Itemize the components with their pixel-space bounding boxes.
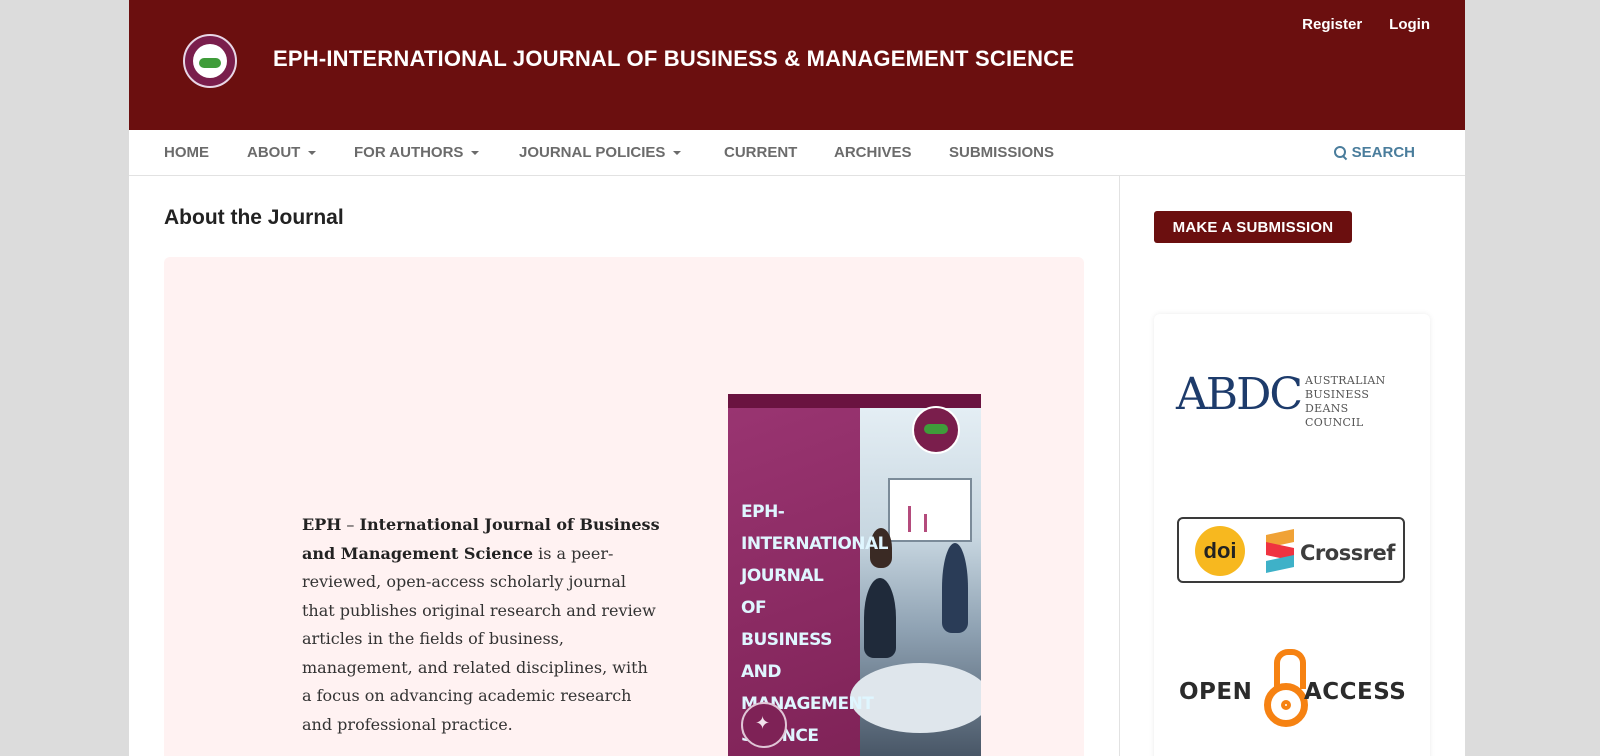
primary-nav: HOME ABOUT FOR AUTHORS JOURNAL POLICIES …	[129, 130, 1465, 176]
make-submission-button[interactable]: MAKE A SUBMISSION	[1154, 211, 1352, 243]
journal-logo[interactable]	[183, 34, 237, 88]
sidebar-divider	[1119, 176, 1120, 756]
cover-emblem-icon	[741, 702, 787, 748]
abdc-line: COUNCIL	[1305, 416, 1364, 429]
nav-item-current[interactable]: CURRENT	[724, 144, 797, 161]
cover-title-line: BUSINESS AND	[741, 630, 832, 682]
open-access-left: OPEN	[1179, 679, 1253, 705]
nav-item-label: CURRENT	[724, 144, 798, 161]
doi-crossref-badge[interactable]: doi Crossref	[1177, 517, 1405, 583]
doi-logo-icon: doi	[1195, 526, 1245, 576]
journal-description: is a peer-reviewed, open-access scholarl…	[302, 543, 656, 734]
nav-item-submissions[interactable]: SUBMISSIONS	[949, 144, 1054, 161]
about-description: EPH – International Journal of Business …	[302, 511, 662, 739]
open-access-right: ACCESS	[1304, 679, 1407, 705]
open-access-logo[interactable]: OPEN ACCESS	[1179, 649, 1409, 739]
cover-logo	[912, 406, 960, 454]
nav-item-label: ABOUT	[247, 144, 301, 161]
journal-name-part1: EPH	[302, 515, 342, 534]
search-label: SEARCH	[1351, 144, 1415, 161]
page-title: About the Journal	[164, 206, 344, 229]
abdc-logo[interactable]: ABDC AUSTRALIAN BUSINESS DEANS COUNCIL	[1176, 369, 1411, 430]
nav-item-journal-policies[interactable]: JOURNAL POLICIES	[519, 144, 682, 161]
abdc-subtitle: AUSTRALIAN BUSINESS DEANS COUNCIL	[1305, 374, 1411, 430]
about-card: EPH – International Journal of Business …	[164, 257, 1084, 756]
caret-down-icon	[471, 151, 480, 156]
nav-item-archives[interactable]: ARCHIVES	[834, 144, 912, 161]
search-icon	[1333, 146, 1347, 161]
nav-item-label: HOME	[164, 144, 209, 161]
crossref-label: Crossref	[1300, 541, 1395, 565]
site-title[interactable]: EPH-INTERNATIONAL JOURNAL OF BUSINESS & …	[273, 46, 1074, 72]
caret-down-icon	[673, 151, 682, 156]
site-header: EPH-INTERNATIONAL JOURNAL OF BUSINESS & …	[129, 0, 1465, 130]
nav-item-label: ARCHIVES	[834, 144, 912, 161]
cover-title-line: JOURNAL OF	[741, 566, 824, 618]
nav-item-label: SUBMISSIONS	[949, 144, 1055, 161]
login-link[interactable]: Login	[1389, 16, 1430, 33]
nav-item-about[interactable]: ABOUT	[247, 144, 317, 161]
nav-item-label: JOURNAL POLICIES	[519, 144, 666, 161]
abdc-line: BUSINESS DEANS	[1305, 388, 1370, 415]
crossref-icon	[1266, 529, 1296, 573]
search-link[interactable]: SEARCH	[1333, 144, 1415, 161]
nav-item-for-authors[interactable]: FOR AUTHORS	[354, 144, 480, 161]
meeting-photo	[850, 408, 981, 756]
cover-title-line: EPH-	[741, 502, 785, 522]
nav-item-home[interactable]: HOME	[164, 144, 209, 161]
caret-down-icon	[308, 151, 317, 156]
abdc-line: AUSTRALIAN	[1305, 374, 1386, 387]
journal-name-dash: –	[341, 515, 360, 534]
open-lock-icon	[1264, 649, 1308, 735]
journal-cover-image[interactable]: EPH- INTERNATIONAL JOURNAL OF BUSINESS A…	[728, 394, 981, 756]
cover-title-line: INTERNATIONAL	[741, 534, 889, 554]
user-nav: Register Login	[1302, 16, 1430, 33]
indexing-logos-card: ABDC AUSTRALIAN BUSINESS DEANS COUNCIL d…	[1154, 314, 1430, 756]
page: EPH-INTERNATIONAL JOURNAL OF BUSINESS & …	[129, 0, 1465, 756]
nav-item-label: FOR AUTHORS	[354, 144, 464, 161]
abdc-letters: ABDC	[1176, 369, 1303, 420]
register-link[interactable]: Register	[1302, 16, 1362, 33]
